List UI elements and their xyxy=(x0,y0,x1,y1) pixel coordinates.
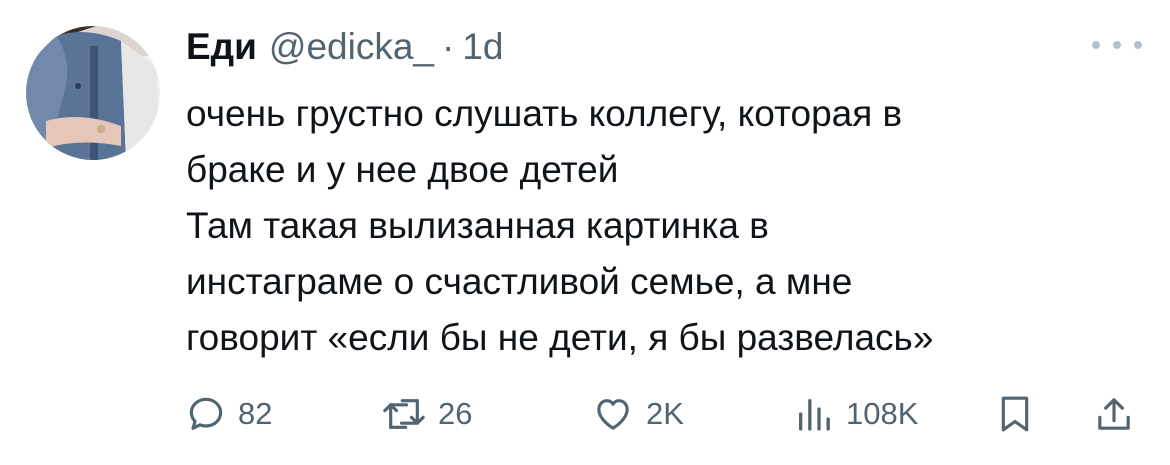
like-count: 2K xyxy=(646,396,684,431)
tweet-text-line: Там такая вылизанная картинка в xyxy=(186,205,769,246)
reply-count: 82 xyxy=(238,396,273,431)
more-icon-dot xyxy=(1134,41,1142,49)
tweet-text-line: очень грустно слушать коллегу, которая в xyxy=(186,93,903,134)
tweet-text: очень грустно слушать коллегу, которая в… xyxy=(186,86,1146,366)
bookmark-icon xyxy=(1001,396,1029,432)
share-icon xyxy=(1098,398,1130,430)
separator: · xyxy=(442,26,455,67)
more-button[interactable] xyxy=(1092,33,1142,57)
more-icon xyxy=(1092,41,1100,49)
action-bar: 82 26 2K 108K xyxy=(0,384,1170,444)
tweet-text-line: инстаграме о счастливой семье, а мне xyxy=(186,261,853,302)
tweet-header: Еди @edicka_ · 1d xyxy=(186,24,504,70)
timestamp[interactable]: 1d xyxy=(462,24,503,70)
reply-icon xyxy=(189,397,223,430)
retweet-count: 26 xyxy=(438,396,473,431)
views-icon xyxy=(799,399,830,431)
more-icon-dot xyxy=(1113,41,1121,49)
reply-button[interactable]: 82 xyxy=(186,384,272,444)
author-name[interactable]: Еди xyxy=(186,24,257,70)
views-count: 108K xyxy=(846,396,919,431)
retweet-button[interactable]: 26 xyxy=(382,384,472,444)
bookmark-button[interactable] xyxy=(998,384,1032,444)
avatar-image xyxy=(26,26,160,160)
tweet-text-line: браке и у нее двое детей xyxy=(186,149,619,190)
like-button[interactable]: 2K xyxy=(592,384,684,444)
avatar[interactable] xyxy=(26,26,160,160)
retweet-icon xyxy=(383,399,425,429)
tweet-text-line: говорит «если бы не дети, я бы развелась… xyxy=(186,317,934,358)
heart-icon xyxy=(597,399,629,430)
author-handle[interactable]: @edicka_ xyxy=(269,24,434,70)
views-button[interactable]: 108K xyxy=(794,384,918,444)
share-button[interactable] xyxy=(1094,384,1134,444)
